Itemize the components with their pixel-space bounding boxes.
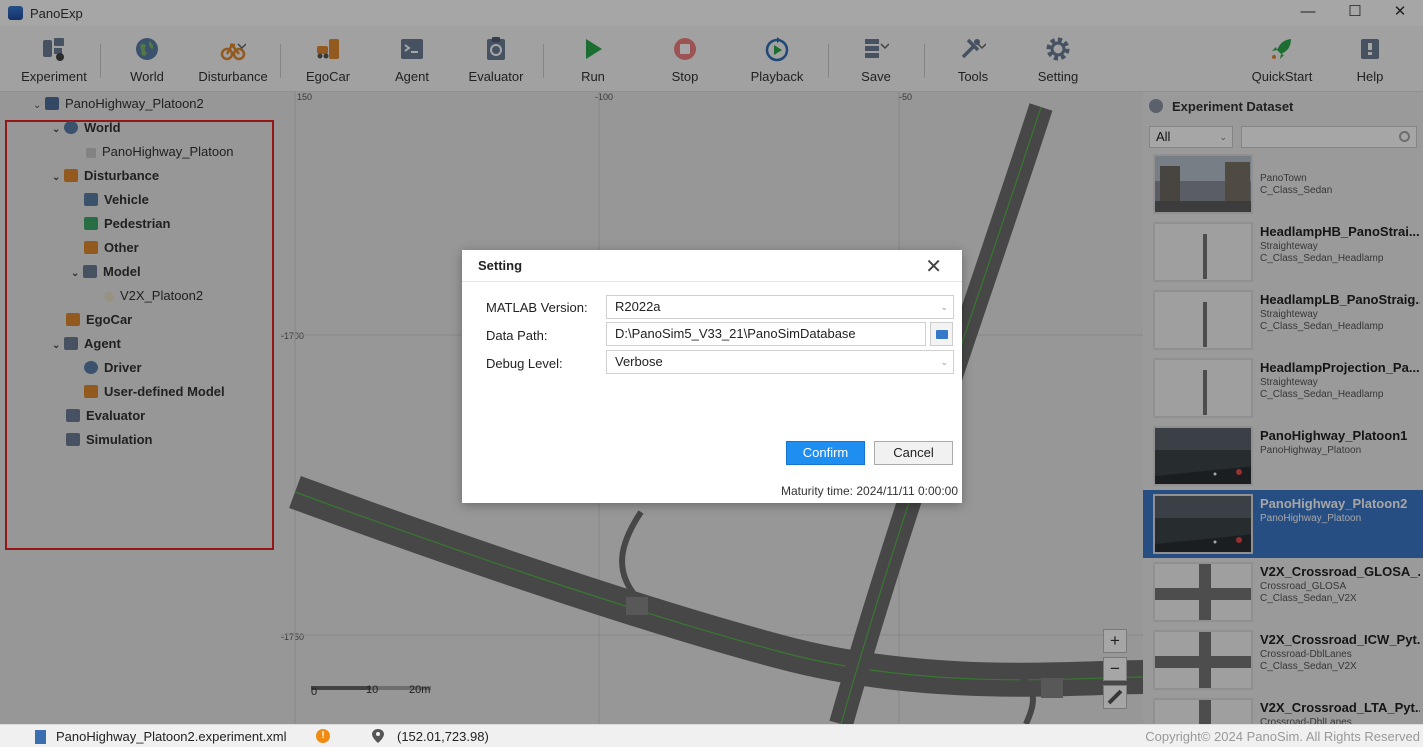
warning-icon[interactable]: !	[316, 729, 330, 743]
browse-folder-button[interactable]	[930, 322, 953, 346]
matlab-version-value: R2022a	[615, 299, 661, 314]
matlab-version-label: MATLAB Version:	[486, 300, 588, 315]
dialog-divider	[462, 281, 962, 282]
debug-level-select[interactable]: Verbose ⌄	[606, 350, 954, 374]
location-pin-icon	[372, 729, 384, 743]
setting-dialog: Setting ✕ MATLAB Version: R2022a ⌄ Data P…	[462, 250, 962, 503]
debug-level-label: Debug Level:	[486, 356, 563, 371]
cursor-coordinates: (152.01,723.98)	[397, 729, 489, 744]
dialog-title: Setting	[478, 258, 523, 273]
data-path-label: Data Path:	[486, 328, 548, 343]
confirm-button[interactable]: Confirm	[786, 441, 865, 465]
chevron-down-icon: ⌄	[940, 302, 948, 312]
status-bar: PanoHighway_Platoon2.experiment.xml ! (1…	[0, 724, 1423, 747]
matlab-version-select[interactable]: R2022a ⌄	[606, 295, 954, 319]
app-window: PanoExp — ☐ ✕ Experiment World Disturban…	[0, 0, 1423, 747]
data-path-input[interactable]: D:\PanoSim5_V33_21\PanoSimDatabase	[606, 322, 926, 346]
chevron-down-icon: ⌄	[940, 357, 948, 367]
copyright: Copyright© 2024 PanoSim. All Rights Rese…	[1145, 729, 1420, 744]
debug-level-value: Verbose	[615, 354, 663, 369]
dialog-close-button[interactable]: ✕	[925, 254, 942, 279]
file-icon	[35, 730, 46, 744]
folder-icon	[936, 330, 948, 339]
cancel-button[interactable]: Cancel	[874, 441, 953, 465]
maturity-time: Maturity time: 2024/11/11 0:00:00	[781, 484, 958, 498]
current-file: PanoHighway_Platoon2.experiment.xml	[56, 729, 287, 744]
data-path-value: D:\PanoSim5_V33_21\PanoSimDatabase	[615, 326, 856, 341]
